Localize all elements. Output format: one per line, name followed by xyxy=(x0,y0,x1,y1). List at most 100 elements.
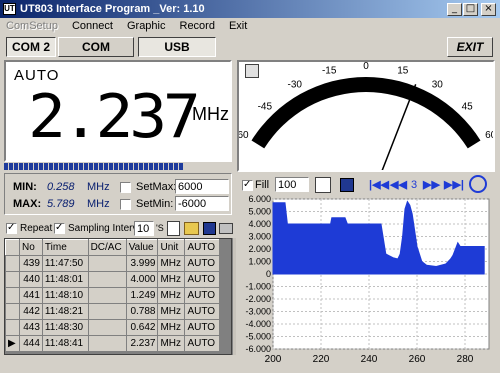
min-value: 0.258 xyxy=(47,181,75,193)
interval-input[interactable] xyxy=(134,221,154,236)
setmin-label: SetMin: xyxy=(136,198,174,210)
table-cell: 0.788 xyxy=(125,303,159,320)
prev-page-icon[interactable]: ◀◀ xyxy=(390,178,407,191)
table-cell: 1.249 xyxy=(125,287,159,304)
exit-button[interactable]: EXIT xyxy=(447,37,493,57)
table-row[interactable]: 442 11:48:21 0.788 MHz AUTO xyxy=(5,303,220,320)
bargraph-segment xyxy=(34,163,38,170)
bargraph-segment xyxy=(119,163,123,170)
sampling-checkbox[interactable] xyxy=(54,222,65,234)
column-header[interactable]: No xyxy=(19,239,43,256)
table-cell: MHz xyxy=(157,255,186,272)
next-page-icon[interactable]: ▶▶ xyxy=(423,178,440,191)
column-header[interactable]: Unit xyxy=(157,239,186,256)
meter-scale-arc xyxy=(251,77,481,149)
column-header[interactable]: DC/AC xyxy=(87,239,127,256)
table-scrollbar[interactable] xyxy=(232,238,236,355)
table-cell: 441 xyxy=(19,287,43,304)
new-chart-icon[interactable] xyxy=(315,177,331,193)
table-row[interactable]: 443 11:48:30 0.642 MHz AUTO xyxy=(5,319,220,336)
bargraph-segment xyxy=(99,163,103,170)
first-page-icon[interactable]: |◀◀ xyxy=(369,178,389,191)
menu-item-graphic[interactable]: Graphic xyxy=(127,18,166,35)
column-header[interactable]: Value xyxy=(125,239,159,256)
table-toolbar: Repeat Sampling Interval 'S xyxy=(4,220,236,238)
setmax-label: SetMax: xyxy=(136,181,177,193)
max-value: 5.789 xyxy=(47,198,75,210)
analog-meter: -60 -45 -30 -15 0 15 30 45 60 xyxy=(234,60,497,175)
meter-needle xyxy=(379,84,417,175)
fill-label: Fill xyxy=(255,179,270,191)
column-header[interactable]: Time xyxy=(41,239,89,256)
table-cell: 444 xyxy=(19,335,43,352)
data-table: No Time DC/AC Value Unit AUTO 439 11:47:50 3.99… xyxy=(4,238,232,355)
row-indicator xyxy=(5,303,20,320)
row-indicator xyxy=(5,319,20,336)
table-cell xyxy=(87,319,127,336)
x-tick-label: 280 xyxy=(457,354,474,365)
close-button[interactable]: × xyxy=(481,3,496,16)
minimize-button[interactable]: _ xyxy=(447,3,462,16)
menu-item-record[interactable]: Record xyxy=(180,18,215,35)
zoom-icon[interactable] xyxy=(469,175,487,193)
chart-svg: 6.000 5.000 4.000 3.000 2.000 1.000 0 -1.000 -2.… xyxy=(245,194,490,365)
bargraph-segment xyxy=(24,163,28,170)
meter-tick-label: 45 xyxy=(462,101,474,112)
table-cell: MHz xyxy=(157,303,186,320)
fill-checkbox[interactable] xyxy=(242,179,253,191)
point-count-input[interactable] xyxy=(275,177,309,192)
bargraph-segment xyxy=(164,163,168,170)
table-row[interactable]: 439 11:47:50 3.999 MHz AUTO xyxy=(5,255,220,272)
max-unit: MHz xyxy=(87,198,110,210)
meter-tick-label: 15 xyxy=(397,66,409,77)
table-cell: MHz xyxy=(157,271,186,288)
column-header[interactable]: AUTO xyxy=(184,239,220,256)
last-page-icon[interactable]: ▶▶| xyxy=(444,178,464,191)
print-icon[interactable] xyxy=(219,223,233,234)
setmin-input[interactable] xyxy=(175,196,229,211)
setmin-checkbox[interactable] xyxy=(120,199,131,210)
y-tick-label: -3.000 xyxy=(245,307,271,317)
bargraph-segment xyxy=(44,163,48,170)
page-number: 3 xyxy=(411,179,418,191)
reading-value: 2.237 xyxy=(28,82,201,152)
bargraph-segment xyxy=(39,163,43,170)
menu-item-comsetup[interactable]: ComSetup xyxy=(6,18,58,35)
maximize-button[interactable]: □ xyxy=(463,3,478,16)
x-tick-label: 220 xyxy=(313,354,330,365)
bargraph-segment xyxy=(29,163,33,170)
table-cell: AUTO xyxy=(184,271,220,288)
bargraph-segment xyxy=(74,163,78,170)
bargraph-segment xyxy=(109,163,113,170)
table-row[interactable]: 441 11:48:10 1.249 MHz AUTO xyxy=(5,287,220,304)
table-cell: MHz xyxy=(157,319,186,336)
com-port-button[interactable]: COM 2 xyxy=(6,37,56,57)
setmax-input[interactable] xyxy=(175,179,229,194)
open-folder-icon[interactable] xyxy=(184,222,199,235)
toolbar: COM 2 COM Connect USB Connect EXIT xyxy=(0,35,500,72)
bargraph-segment xyxy=(174,163,178,170)
y-tick-label: 3.000 xyxy=(248,232,271,242)
bargraph-segment xyxy=(139,163,143,170)
menu-item-connect[interactable]: Connect xyxy=(72,18,113,35)
save-disk-icon[interactable] xyxy=(203,222,216,235)
table-row[interactable]: ▶ 444 11:48:41 2.237 MHz AUTO xyxy=(5,335,220,352)
repeat-checkbox[interactable] xyxy=(6,222,17,234)
table-cell: 439 xyxy=(19,255,43,272)
com-connect-button[interactable]: COM Connect xyxy=(58,37,134,72)
table-cell: 2.237 xyxy=(125,335,159,352)
menu-item-exit[interactable]: Exit xyxy=(229,18,247,35)
bargraph-segment xyxy=(4,163,8,170)
bargraph-segment xyxy=(114,163,118,170)
y-tick-label: -5.000 xyxy=(245,332,271,342)
table-cell: 443 xyxy=(19,319,43,336)
setmax-checkbox[interactable] xyxy=(120,182,131,193)
bargraph-segment xyxy=(19,163,23,170)
reading-unit: MHz xyxy=(192,104,229,124)
save-chart-icon[interactable] xyxy=(340,178,354,192)
y-tick-label: 1.000 xyxy=(248,257,271,267)
table-row[interactable]: 440 11:48:01 4.000 MHz AUTO xyxy=(5,271,220,288)
bargraph-segment xyxy=(59,163,63,170)
new-file-icon[interactable] xyxy=(167,221,180,236)
usb-connect-button[interactable]: USB Connect xyxy=(138,37,216,72)
